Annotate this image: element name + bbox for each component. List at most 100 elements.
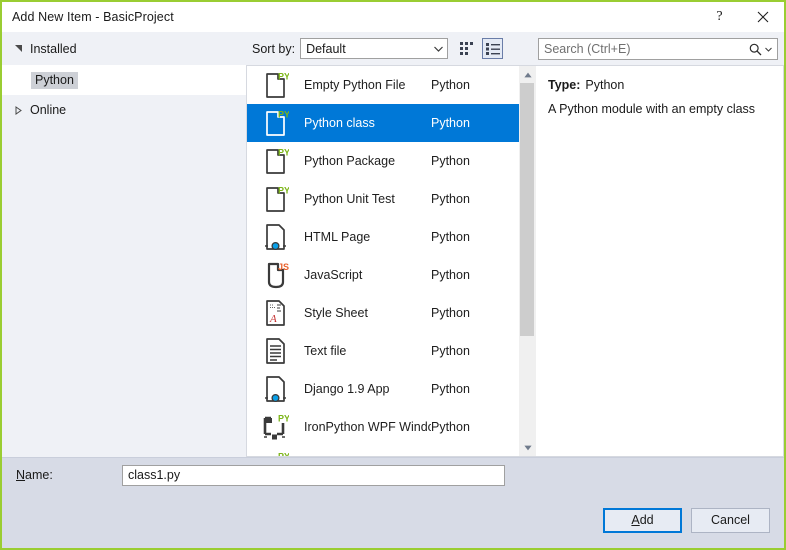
sort-by-dropdown[interactable]: Default [300, 38, 448, 59]
triangle-expanded-icon [12, 44, 25, 53]
detail-type-value: Python [580, 78, 624, 92]
list-item[interactable]: Django 1.9 AppPython [247, 370, 519, 408]
add-new-item-dialog: Add New Item - BasicProject ? Installed [0, 0, 786, 550]
tree-item-python[interactable]: Python [2, 65, 246, 95]
svg-text:PY: PY [278, 452, 289, 457]
scroll-down-button[interactable] [519, 439, 536, 456]
python-file-icon: PY [259, 107, 291, 139]
arrow-down-icon [524, 445, 532, 451]
tree-item-installed-label: Installed [25, 42, 77, 56]
list-item-category: Python [431, 306, 519, 320]
list-item[interactable]: PYWeb Role Support FilesPython [247, 446, 519, 456]
list-item-name: Python Package [291, 154, 431, 168]
wpf-window-icon: PY [259, 411, 291, 443]
question-mark-icon: ? [716, 10, 722, 24]
name-input[interactable] [122, 465, 505, 486]
search-input[interactable] [539, 40, 749, 58]
details-panel: Type:Python A Python module with an empt… [536, 65, 784, 457]
style-sheet-icon: A [259, 297, 291, 329]
list-item-category: Python [431, 154, 519, 168]
sort-by-label: Sort by: [252, 42, 295, 56]
scrollbar-track[interactable] [519, 83, 536, 439]
svg-text:PY: PY [278, 110, 289, 120]
tree-item-online[interactable]: Online [2, 95, 246, 125]
text-file-icon [259, 335, 291, 367]
tree-item-online-label: Online [25, 103, 66, 117]
web-globe-icon: PY [259, 449, 291, 456]
list-item-category: Python [431, 192, 519, 206]
help-button[interactable]: ? [698, 2, 741, 32]
template-list[interactable]: PYEmpty Python FilePythonPYPython classP… [247, 66, 519, 456]
grid-dots-icon [460, 42, 475, 55]
list-item-category: Python [431, 344, 519, 358]
list-item-category: Python [431, 78, 519, 92]
toolbar: Installed Sort by: Default [2, 32, 784, 65]
tree-root-slot: Installed [2, 32, 246, 65]
list-item[interactable]: PYIronPython WPF WindowPython [247, 408, 519, 446]
dialog-title: Add New Item - BasicProject [2, 10, 174, 24]
list-item[interactable]: A Style SheetPython [247, 294, 519, 332]
chevron-down-icon [430, 46, 447, 52]
list-item[interactable]: PYEmpty Python FilePython [247, 66, 519, 104]
sort-by-value: Default [301, 42, 430, 56]
list-item-name: Style Sheet [291, 306, 431, 320]
python-file-icon: PY [259, 145, 291, 177]
list-item[interactable]: PYPython classPython [247, 104, 519, 142]
add-button-accel: A [631, 513, 639, 527]
list-item-category: Python [431, 382, 519, 396]
cancel-button[interactable]: Cancel [691, 508, 770, 533]
name-row: Name: [2, 457, 784, 492]
list-item[interactable]: Text filePython [247, 332, 519, 370]
list-item-category: Python [431, 420, 519, 434]
search-icon [749, 43, 762, 56]
title-bar-buttons: ? [698, 2, 784, 32]
detail-type-label: Type: [548, 78, 580, 92]
tree-item-python-label: Python [31, 72, 78, 89]
python-file-icon: PY [259, 69, 291, 101]
list-item[interactable]: HTML PagePython [247, 218, 519, 256]
name-label-accel: N [16, 468, 25, 482]
list-item[interactable]: JSJavaScriptPython [247, 256, 519, 294]
dialog-body: Python Online PYEmpty Python FilePythonP… [2, 65, 784, 457]
dialog-footer: Add Cancel [2, 492, 784, 548]
arrow-up-icon [524, 72, 532, 78]
python-file-icon: PY [259, 183, 291, 215]
small-icons-view-button[interactable] [457, 38, 478, 59]
html-page-icon [259, 221, 291, 253]
close-icon [757, 11, 769, 23]
svg-text:A: A [269, 313, 277, 325]
svg-text:JS: JS [278, 262, 289, 272]
add-button[interactable]: Add [603, 508, 682, 533]
detail-type-row: Type:Python [548, 78, 773, 92]
search-box[interactable] [538, 38, 778, 60]
triangle-collapsed-icon [12, 106, 25, 115]
list-item-category: Python [431, 230, 519, 244]
list-item[interactable]: PYPython PackagePython [247, 142, 519, 180]
list-item[interactable]: PYPython Unit TestPython [247, 180, 519, 218]
view-toggle-group [457, 38, 503, 59]
scrollbar-thumb[interactable] [520, 83, 534, 336]
list-item-name: Empty Python File [291, 78, 431, 92]
add-button-rest: dd [640, 513, 654, 527]
list-item-name: IronPython WPF Window [291, 420, 431, 434]
javascript-file-icon: JS [259, 259, 291, 291]
list-item-category: Python [431, 116, 519, 130]
list-vertical-scrollbar[interactable] [519, 66, 536, 456]
template-list-panel: PYEmpty Python FilePythonPYPython classP… [246, 65, 536, 457]
close-button[interactable] [741, 2, 784, 32]
svg-text:PY: PY [278, 186, 289, 196]
django-app-icon [259, 373, 291, 405]
list-item-category: Python [431, 268, 519, 282]
name-label-rest: ame: [25, 468, 53, 482]
search-chevron-down-icon [765, 47, 772, 52]
list-item-name: HTML Page [291, 230, 431, 244]
details-view-button[interactable] [482, 38, 503, 59]
list-item-name: Text file [291, 344, 431, 358]
tree-item-installed[interactable]: Installed [12, 38, 85, 60]
svg-text:PY: PY [278, 148, 289, 158]
list-item-name: JavaScript [291, 268, 431, 282]
scroll-up-button[interactable] [519, 66, 536, 83]
detail-description: A Python module with an empty class [548, 101, 773, 119]
list-item-name: Django 1.9 App [291, 382, 431, 396]
list-item-name: Python class [291, 116, 431, 130]
